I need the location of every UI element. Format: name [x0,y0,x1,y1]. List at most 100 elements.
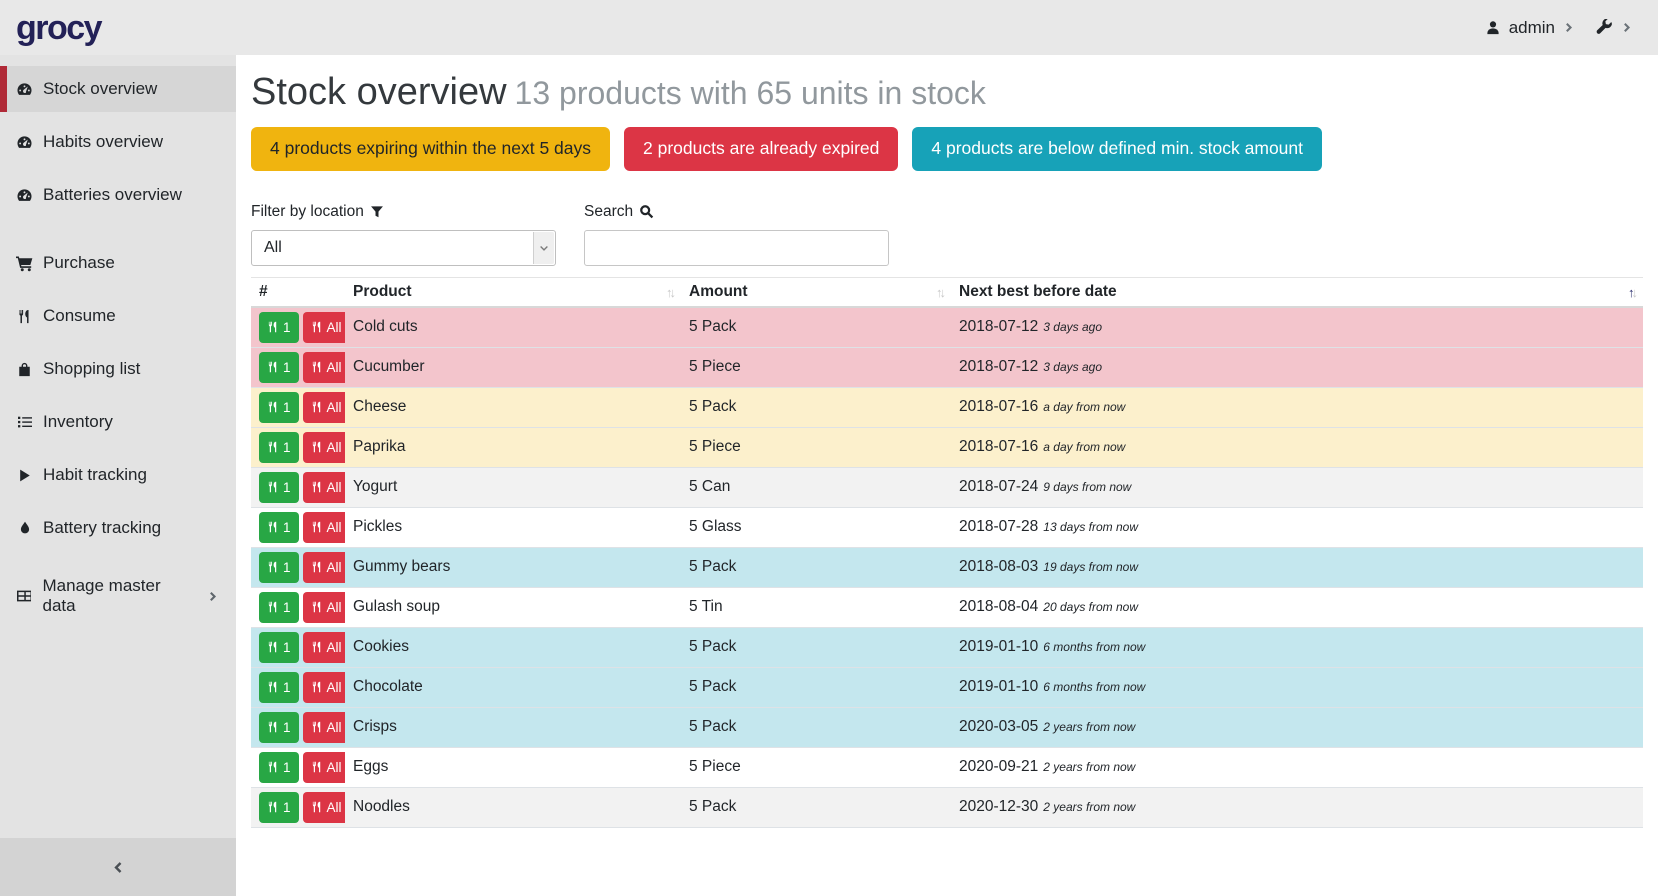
user-menu[interactable]: admin [1485,18,1574,38]
consume-one-label: 1 [283,480,291,495]
utensils-icon [267,721,279,733]
status-badge-below-min[interactable]: 4 products are below defined min. stock … [912,127,1322,171]
consume-one-label: 1 [283,720,291,735]
consume-one-label: 1 [283,400,291,415]
row-actions-cell: 1 All [251,307,345,348]
grocy-logo[interactable]: grocy [16,11,101,45]
sidebar-item-label: Battery tracking [43,518,161,538]
consume-one-button[interactable]: 1 [259,312,299,343]
column-header-next-best-before-date[interactable]: ↑↓Next best before date [951,277,1643,307]
consume-one-button[interactable]: 1 [259,592,299,623]
sort-icon[interactable]: ↑↓ [936,285,943,300]
utensils-icon [267,761,279,773]
utensils-icon [311,721,323,733]
consume-one-button[interactable]: 1 [259,632,299,663]
sidebar-item-purchase[interactable]: Purchase [0,240,236,286]
consume-all-button[interactable]: All [303,632,345,663]
best-before-date: 2018-07-12 [959,318,1038,335]
location-select[interactable]: All [251,230,556,266]
product-cell: Noodles [345,787,681,827]
utensils-icon [267,561,279,573]
consume-all-button[interactable]: All [303,552,345,583]
best-before-timeago: 9 days from now [1043,480,1131,494]
amount-cell: 5 Pack [681,307,951,348]
consume-one-button[interactable]: 1 [259,392,299,423]
sidebar-item-battery-tracking[interactable]: Battery tracking [0,505,236,551]
consume-all-button[interactable]: All [303,312,345,343]
drop-icon [15,521,34,535]
consume-one-button[interactable]: 1 [259,712,299,743]
column-header-amount[interactable]: ↑↓Amount [681,277,951,307]
sidebar-item-habit-tracking[interactable]: Habit tracking [0,452,236,498]
search-label: Search [584,203,889,221]
consume-one-button[interactable]: 1 [259,472,299,503]
best-before-cell: 2019-01-106 months from now [951,667,1643,707]
best-before-date: 2019-01-10 [959,638,1038,655]
consume-one-button[interactable]: 1 [259,672,299,703]
best-before-date: 2018-07-28 [959,518,1038,535]
sidebar-item-inventory[interactable]: Inventory [0,399,236,445]
product-cell: Paprika [345,427,681,467]
utensils-icon [267,401,279,413]
best-before-date: 2020-03-05 [959,718,1038,735]
settings-menu[interactable] [1596,19,1632,36]
utensils-icon [267,361,279,373]
consume-all-label: All [327,640,342,655]
main-content: Stock overview13 products with 65 units … [236,55,1658,896]
best-before-cell: 2018-07-16a day from now [951,427,1643,467]
consume-all-button[interactable]: All [303,472,345,503]
amount-cell: 5 Piece [681,347,951,387]
sidebar-collapse-button[interactable] [0,838,236,896]
topbar-menus: admin [1485,18,1632,38]
sidebar-item-manage-master-data[interactable]: Manage master data [0,573,236,619]
product-cell: Yogurt [345,467,681,507]
consume-one-button[interactable]: 1 [259,432,299,463]
best-before-timeago: 6 months from now [1043,640,1145,654]
product-cell: Gummy bears [345,547,681,587]
row-actions-cell: 1 All [251,587,345,627]
consume-all-button[interactable]: All [303,512,345,543]
sidebar-item-shopping-list[interactable]: Shopping list [0,346,236,392]
consume-one-button[interactable]: 1 [259,552,299,583]
consume-all-button[interactable]: All [303,432,345,463]
consume-one-button[interactable]: 1 [259,792,299,823]
sort-icon-active[interactable]: ↑↓ [1628,285,1635,300]
best-before-cell: 2018-07-16a day from now [951,387,1643,427]
sidebar-item-label: Batteries overview [43,185,182,205]
search-input[interactable] [584,230,889,266]
status-badge-expired[interactable]: 2 products are already expired [624,127,898,171]
product-cell: Chocolate [345,667,681,707]
consume-one-button[interactable]: 1 [259,752,299,783]
consume-all-button[interactable]: All [303,792,345,823]
utensils-icon [267,801,279,813]
sidebar-item-consume[interactable]: Consume [0,293,236,339]
best-before-cell: 2018-08-0319 days from now [951,547,1643,587]
consume-one-button[interactable]: 1 [259,512,299,543]
sidebar-item-batteries-overview[interactable]: Batteries overview [0,172,236,218]
best-before-date: 2020-09-21 [959,758,1038,775]
row-actions-cell: 1 All [251,627,345,667]
utensils-icon [267,481,279,493]
consume-all-button[interactable]: All [303,392,345,423]
user-menu-label: admin [1509,18,1555,38]
sidebar-item-label: Shopping list [43,359,140,379]
sidebar-item-habits-overview[interactable]: Habits overview [0,119,236,165]
utensils-icon [267,321,279,333]
consume-all-button[interactable]: All [303,352,345,383]
sidebar-item-label: Habits overview [43,132,163,152]
status-badge-expiring[interactable]: 4 products expiring within the next 5 da… [251,127,610,171]
sort-icon[interactable]: ↑↓ [666,285,673,300]
consume-all-button[interactable]: All [303,752,345,783]
consume-all-button[interactable]: All [303,672,345,703]
page-title: Stock overview13 products with 65 units … [251,73,1643,113]
table-row-gummy-bears: 1 All Gummy bears 5 Pack 2018-08-0319 da… [251,547,1643,587]
product-cell: Cold cuts [345,307,681,348]
consume-all-button[interactable]: All [303,592,345,623]
sidebar-item-stock-overview[interactable]: Stock overview [0,66,236,112]
row-actions-cell: 1 All [251,667,345,707]
filters-row: Filter by location All Search [251,203,1643,266]
consume-one-button[interactable]: 1 [259,352,299,383]
play-icon [15,468,34,483]
consume-all-button[interactable]: All [303,712,345,743]
column-header-product[interactable]: ↑↓Product [345,277,681,307]
